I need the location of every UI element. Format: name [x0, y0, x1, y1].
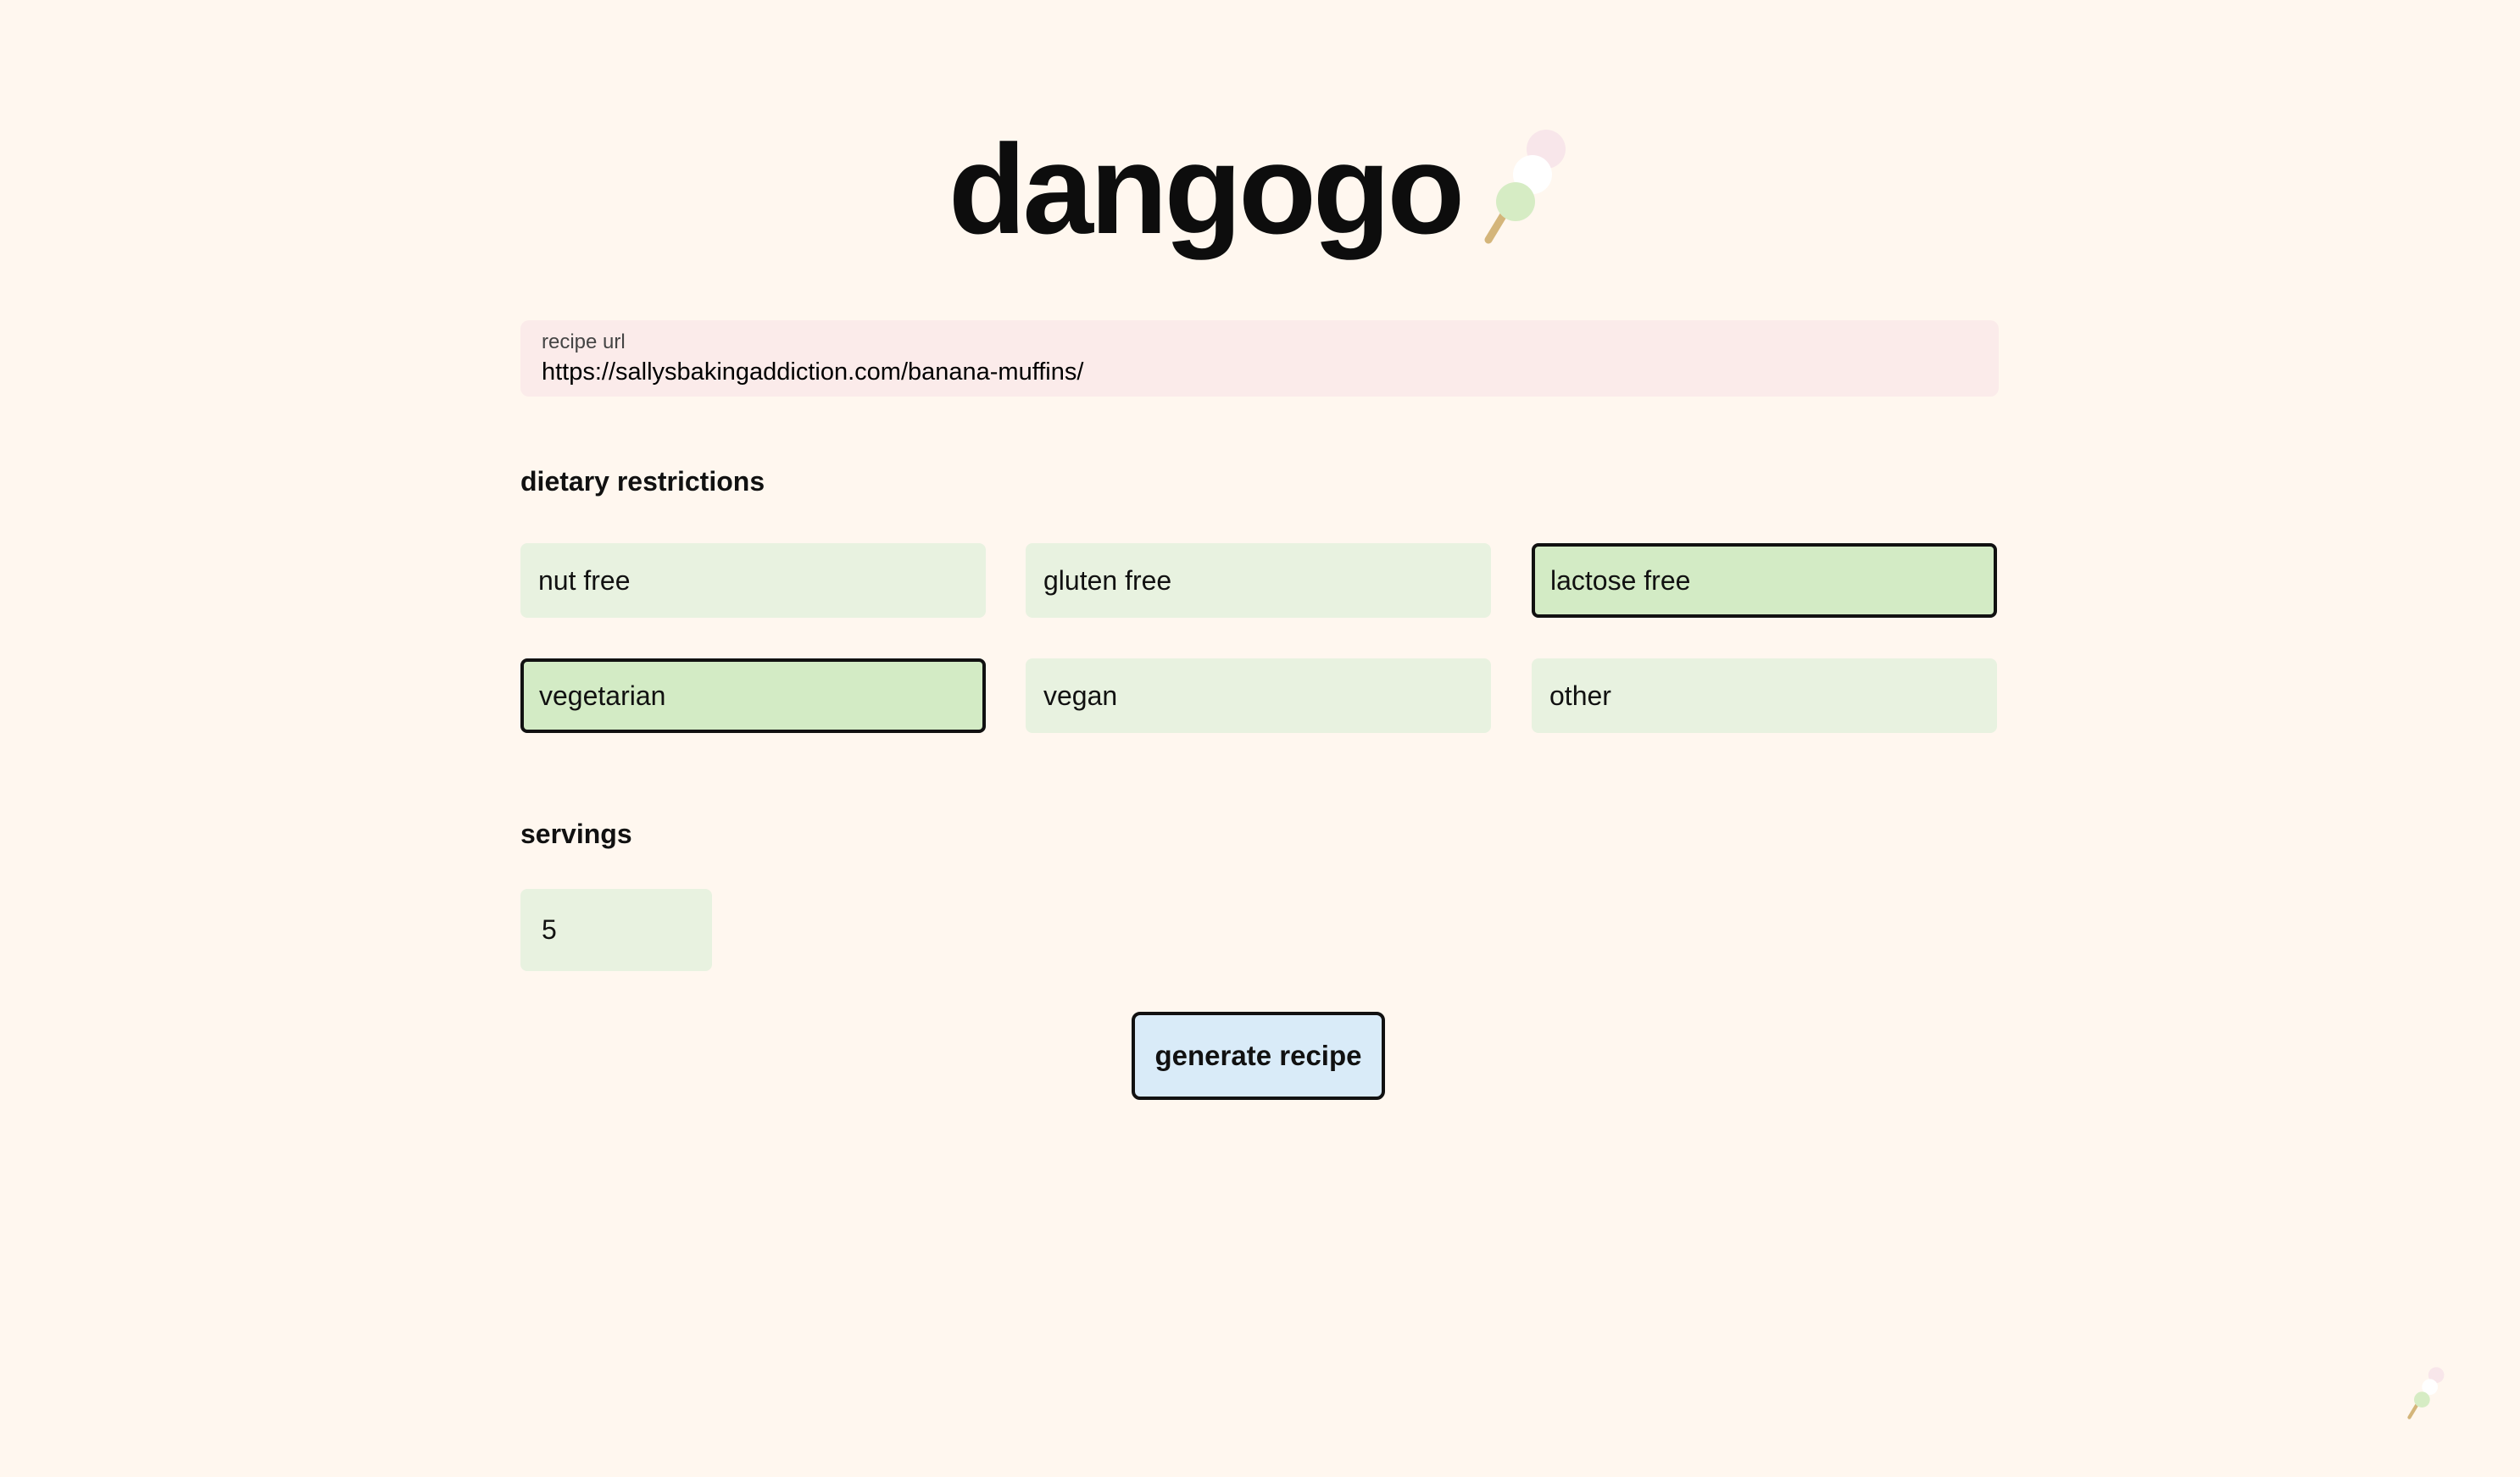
recipe-url-input[interactable]: https://sallysbakingaddiction.com/banana… [542, 357, 1978, 389]
dango-icon [2407, 1367, 2445, 1419]
option-vegan[interactable]: vegan [1026, 658, 1491, 733]
option-lactose-free[interactable]: lactose free [1532, 543, 1997, 618]
option-other[interactable]: other [1532, 658, 1997, 733]
dietary-restrictions-heading: dietary restrictions [520, 466, 765, 497]
option-nut-free[interactable]: nut free [520, 543, 986, 618]
option-gluten-free[interactable]: gluten free [1026, 543, 1491, 618]
recipe-url-label: recipe url [542, 330, 626, 353]
generate-recipe-button[interactable]: generate recipe [1132, 1012, 1385, 1100]
recipe-url-field[interactable]: recipe url https://sallysbakingaddiction… [520, 320, 1999, 397]
app-header: dangogo [0, 114, 2520, 263]
option-vegetarian[interactable]: vegetarian [520, 658, 986, 733]
dango-icon [1484, 129, 1566, 243]
servings-heading: servings [520, 819, 632, 849]
app-title: dangogo [948, 117, 1465, 260]
servings-input[interactable] [520, 889, 712, 971]
